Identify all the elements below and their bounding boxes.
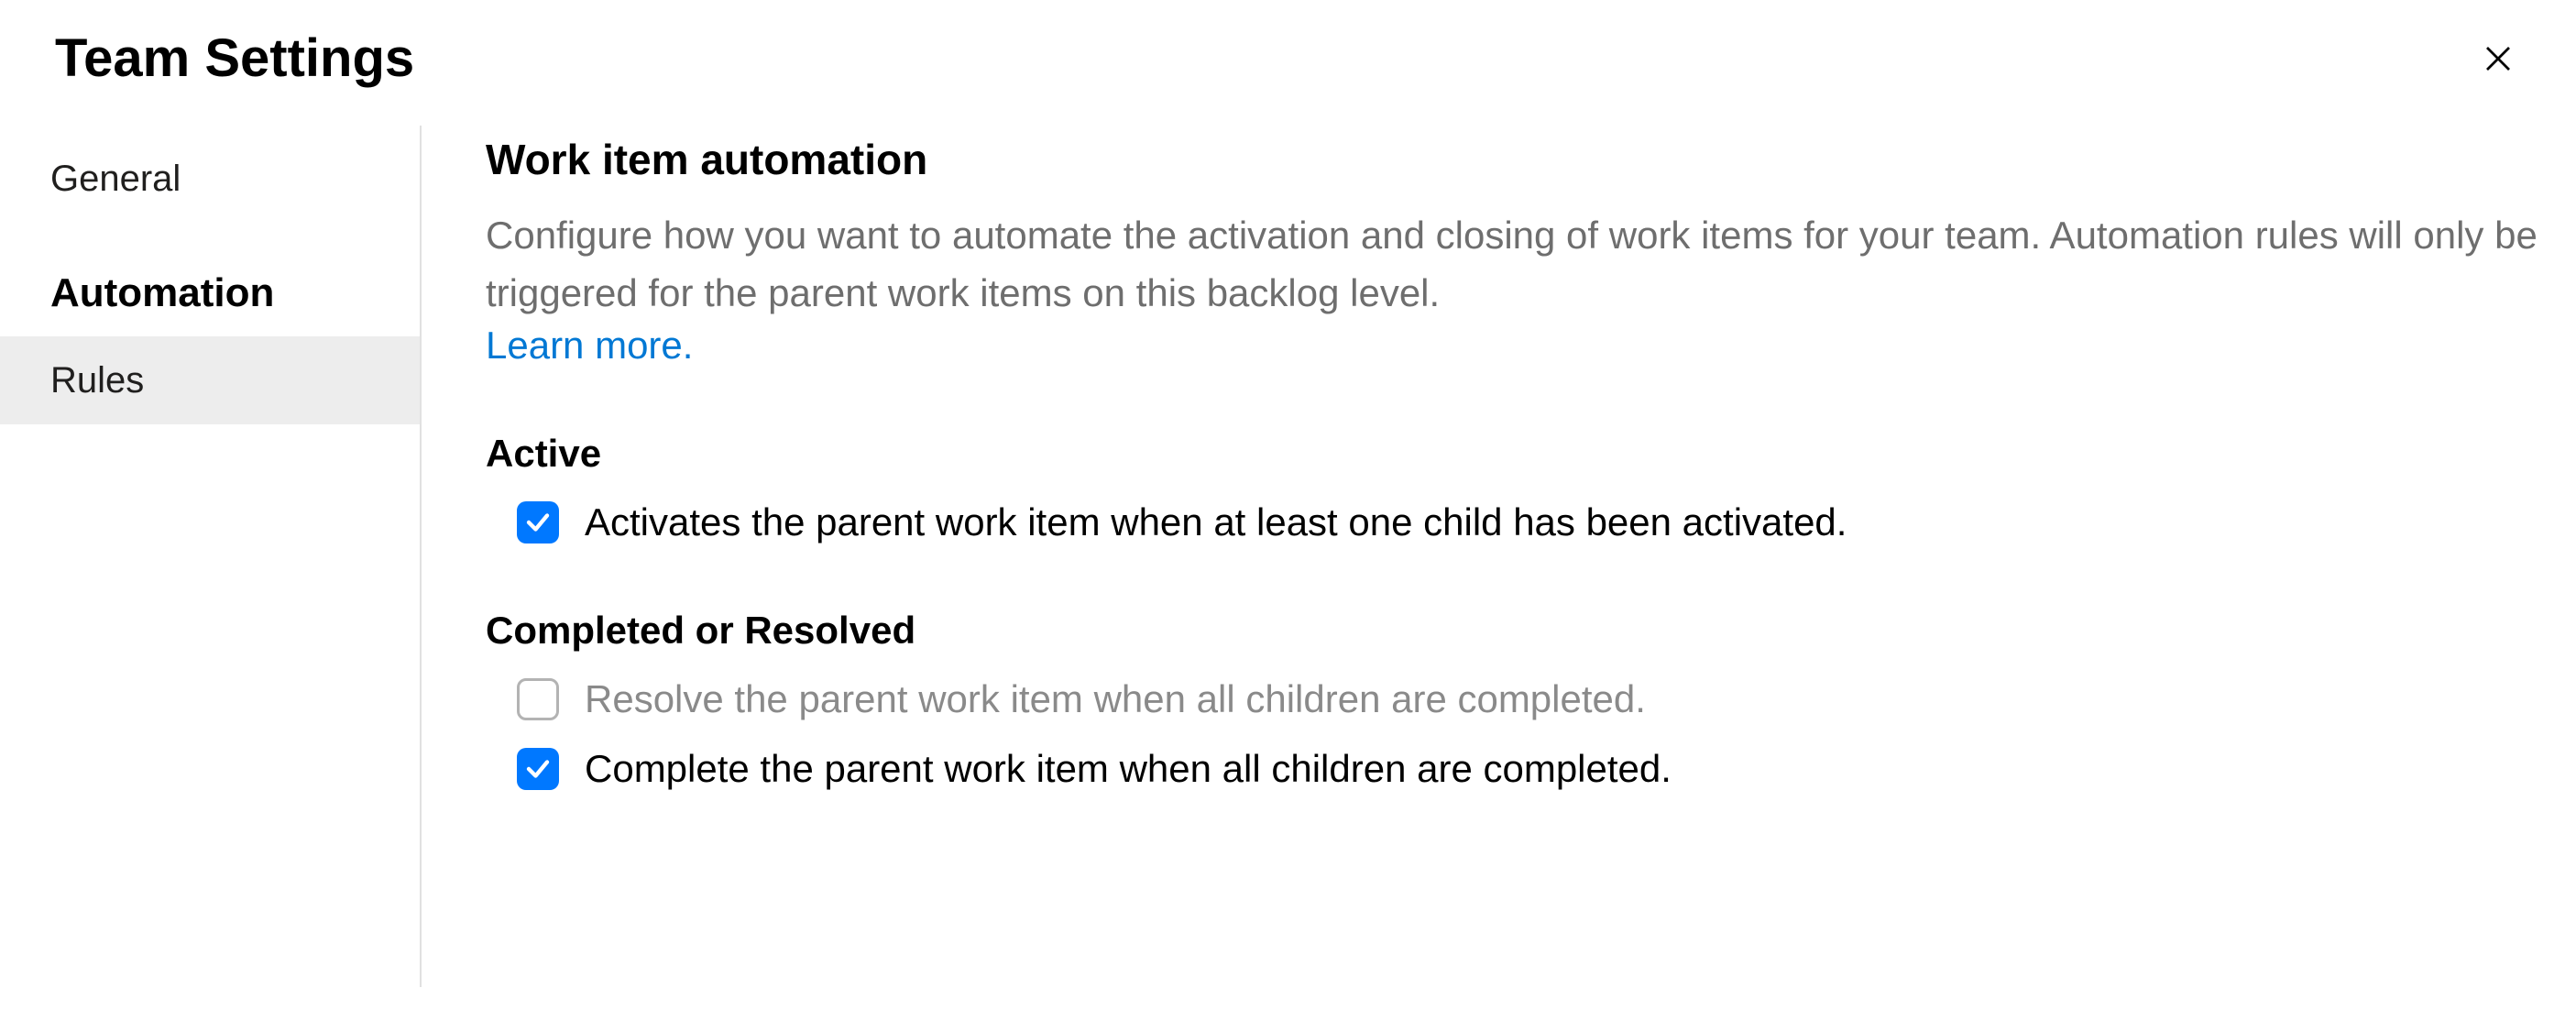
close-button[interactable] — [2475, 36, 2521, 82]
dialog-header: Team Settings — [0, 0, 2576, 126]
sidebar-item-general[interactable]: General — [0, 135, 420, 223]
learn-more-link[interactable]: Learn more. — [486, 324, 693, 368]
rule-row: Complete the parent work item when all c… — [486, 739, 2549, 800]
section-title: Work item automation — [486, 135, 2549, 184]
rule-group-completed: Completed or Resolved Resolve the parent… — [486, 609, 2549, 800]
rule-label: Activates the parent work item when at l… — [585, 498, 1847, 548]
rule-label: Resolve the parent work item when all ch… — [585, 675, 1646, 725]
content-pane: Work item automation Configure how you w… — [422, 126, 2576, 987]
section-description: Configure how you want to automate the a… — [486, 206, 2549, 322]
rule-checkbox-complete-parent[interactable] — [517, 748, 559, 790]
rule-row: Activates the parent work item when at l… — [486, 492, 2549, 554]
dialog-body: General Automation Rules Work item autom… — [0, 126, 2576, 987]
dialog-title: Team Settings — [55, 27, 414, 89]
check-icon — [524, 755, 552, 783]
close-icon — [2482, 42, 2515, 75]
rule-label: Complete the parent work item when all c… — [585, 744, 1672, 795]
check-icon — [524, 509, 552, 536]
sidebar-item-label: General — [50, 159, 181, 199]
rule-group-active: Active Activates the parent work item wh… — [486, 432, 2549, 554]
sidebar-item-rules[interactable]: Rules — [0, 336, 420, 424]
rule-group-title: Completed or Resolved — [486, 609, 2549, 653]
sidebar-heading-label: Automation — [50, 270, 274, 315]
rule-group-title: Active — [486, 432, 2549, 476]
rule-row: Resolve the parent work item when all ch… — [486, 669, 2549, 730]
sidebar: General Automation Rules — [0, 126, 422, 987]
sidebar-heading-automation: Automation — [0, 223, 420, 336]
sidebar-item-label: Rules — [50, 360, 144, 401]
rule-checkbox-activate-parent[interactable] — [517, 501, 559, 543]
rule-checkbox-resolve-parent[interactable] — [517, 678, 559, 720]
